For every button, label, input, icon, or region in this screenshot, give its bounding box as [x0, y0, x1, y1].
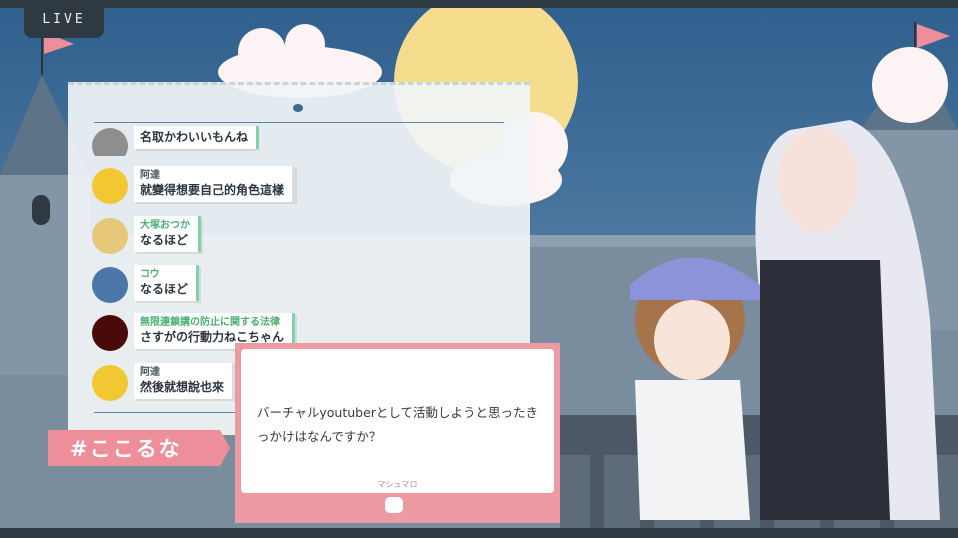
live-badge: LIVE — [24, 0, 104, 38]
user-avatar — [92, 365, 128, 401]
hashtag-banner: #ここるな — [48, 430, 230, 466]
user-avatar — [92, 128, 128, 156]
chat-indicator-dot — [293, 104, 303, 112]
chat-message: 名取かわいいもんね — [92, 126, 260, 156]
user-avatar — [92, 218, 128, 254]
message-author: 阿達 — [140, 367, 160, 378]
marshmallow-icon — [385, 497, 403, 513]
marshmallow-label: マシュマロ — [377, 480, 418, 489]
user-avatar — [92, 315, 128, 351]
message-author: 無限連鎖講の防止に関する法律 — [140, 317, 280, 328]
bottom-frame-bar — [0, 528, 958, 538]
user-avatar — [92, 267, 128, 303]
message-text: 就變得想要自己的角色這樣 — [140, 183, 285, 197]
marshmallow-card: バーチャルyoutuberとして活動しようと思ったきっかけはなんですか？ マシュ… — [235, 343, 560, 523]
message-text: なるほど — [140, 233, 189, 247]
user-avatar — [92, 168, 128, 204]
chat-message: 阿達 就變得想要自己的角色這樣 — [92, 166, 296, 204]
top-frame-bar — [0, 0, 958, 8]
message-author: 大塚おつか — [140, 220, 190, 231]
chat-message: 阿達 然後就想說也來 — [92, 363, 236, 401]
message-text: 然後就想說也來 — [140, 380, 225, 394]
message-author: コウ — [140, 269, 160, 280]
message-text: 名取かわいいもんね — [140, 130, 249, 144]
message-bubble: 阿達 然後就想說也來 — [134, 363, 236, 399]
stream-scene: LIVE 名取かわいいもんね 阿達 就變得想要自己的角色這樣 大塚おつか なるほ… — [0, 0, 958, 538]
message-bubble: 大塚おつか なるほど — [134, 216, 201, 252]
chat-message: 大塚おつか なるほど — [92, 216, 201, 254]
message-text: なるほど — [140, 282, 189, 296]
marshmallow-question: バーチャルyoutuberとして活動しようと思ったきっかけはなんですか？ — [257, 405, 539, 444]
message-bubble: 阿達 就變得想要自己的角色這樣 — [134, 166, 296, 202]
chat-message: コウ なるほど — [92, 265, 200, 303]
message-author: 阿達 — [140, 170, 160, 181]
message-bubble: 名取かわいいもんね — [134, 126, 260, 149]
marshmallow-card-body: バーチャルyoutuberとして活動しようと思ったきっかけはなんですか？ マシュ… — [241, 349, 554, 493]
message-bubble: コウ なるほど — [134, 265, 200, 301]
chat-top-divider — [94, 122, 504, 123]
